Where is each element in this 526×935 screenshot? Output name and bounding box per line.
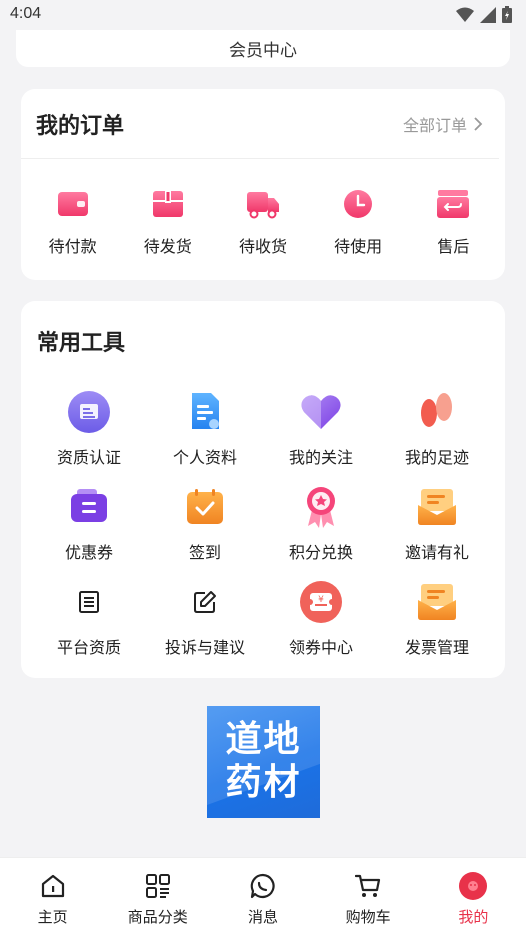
order-pending-payment[interactable]: 待付款 bbox=[28, 187, 118, 257]
tool-profile[interactable]: 个人资料 bbox=[147, 389, 263, 471]
tab-mine[interactable]: 我的 bbox=[421, 858, 526, 935]
certificate-icon bbox=[66, 389, 112, 435]
tool-checkin[interactable]: 签到 bbox=[147, 484, 263, 566]
tool-points[interactable]: 积分兑换 bbox=[263, 484, 379, 566]
tool-platform-qualification[interactable]: 平台资质 bbox=[31, 579, 147, 661]
tab-label: 商品分类 bbox=[127, 908, 188, 926]
status-bar: 4:04 bbox=[0, 0, 526, 30]
tool-follow[interactable]: 我的关注 bbox=[263, 389, 379, 471]
order-item-label: 售后 bbox=[437, 237, 470, 256]
tab-label: 消息 bbox=[247, 908, 278, 926]
all-orders-label: 全部订单 bbox=[402, 115, 467, 135]
tab-label: 我的 bbox=[458, 908, 489, 926]
tool-label: 平台资质 bbox=[56, 638, 121, 657]
tools-grid: 资质认证 个人资料 我的关注 我的足迹 优惠券 签到 积分兑换 邀请有礼 平台资… bbox=[21, 389, 505, 661]
tools-card: 常用工具 资质认证 个人资料 我的关注 我的足迹 优惠券 签到 积分兑换 邀请有… bbox=[21, 301, 505, 678]
order-pending-shipment[interactable]: 待发货 bbox=[123, 187, 213, 257]
chevron-right-icon bbox=[474, 116, 483, 131]
tool-feedback[interactable]: 投诉与建议 bbox=[147, 579, 263, 661]
order-after-sales[interactable]: 售后 bbox=[408, 187, 498, 257]
orders-header: 我的订单 全部订单 bbox=[21, 89, 499, 159]
tab-messages[interactable]: 消息 bbox=[210, 858, 315, 935]
status-time: 4:04 bbox=[10, 5, 42, 22]
tool-certificate[interactable]: 资质认证 bbox=[31, 389, 147, 471]
tool-label: 领券中心 bbox=[288, 638, 353, 657]
checkin-icon bbox=[182, 484, 228, 530]
tab-home[interactable]: 主页 bbox=[0, 858, 105, 935]
logo-line-1: 道地 bbox=[225, 719, 302, 760]
bottom-tab-bar: 主页 商品分类 消息 购物车 我的 bbox=[0, 857, 526, 935]
order-item-label: 待使用 bbox=[334, 237, 383, 256]
tab-label: 主页 bbox=[37, 908, 68, 926]
orders-card: 我的订单 全部订单 待付款 待发货 待收货 待使用 售后 bbox=[21, 89, 505, 280]
platform-doc-icon bbox=[66, 579, 112, 625]
mine-icon bbox=[459, 872, 488, 900]
tool-label: 积分兑换 bbox=[288, 543, 353, 562]
member-center-button[interactable]: 会员中心 bbox=[16, 30, 510, 67]
brand-logo: 道地 药材 bbox=[207, 706, 320, 818]
orders-title: 我的订单 bbox=[36, 113, 125, 139]
invoice-icon bbox=[414, 579, 460, 625]
footprint-icon bbox=[414, 389, 460, 435]
edit-icon bbox=[182, 579, 228, 625]
tool-invite[interactable]: 邀请有礼 bbox=[379, 484, 495, 566]
order-item-label: 待发货 bbox=[143, 237, 192, 256]
tool-label: 投诉与建议 bbox=[164, 638, 245, 657]
order-status-row: 待付款 待发货 待收货 待使用 售后 bbox=[21, 187, 505, 257]
profile-doc-icon bbox=[182, 389, 228, 435]
clock-icon bbox=[341, 187, 375, 221]
points-badge-icon bbox=[298, 484, 344, 530]
tool-label: 邀请有礼 bbox=[404, 543, 469, 562]
member-center-label: 会员中心 bbox=[229, 41, 297, 61]
home-icon bbox=[39, 872, 67, 900]
tool-footprint[interactable]: 我的足迹 bbox=[379, 389, 495, 471]
truck-icon bbox=[246, 187, 280, 221]
return-box-icon bbox=[436, 187, 470, 221]
package-icon bbox=[151, 187, 185, 221]
tool-label: 我的关注 bbox=[288, 448, 353, 467]
tool-label: 发票管理 bbox=[404, 638, 469, 657]
status-icons bbox=[456, 6, 512, 23]
message-icon bbox=[249, 872, 277, 900]
signal-icon bbox=[480, 6, 496, 23]
logo-line-2: 药材 bbox=[225, 762, 302, 803]
cart-icon bbox=[354, 872, 382, 900]
heart-icon bbox=[298, 389, 344, 435]
logo-text: 道地 药材 bbox=[207, 718, 320, 804]
tools-title: 常用工具 bbox=[37, 331, 126, 356]
all-orders-link[interactable]: 全部订单 bbox=[403, 112, 483, 136]
battery-icon bbox=[502, 6, 512, 23]
order-item-label: 待付款 bbox=[48, 237, 97, 256]
coupon-icon bbox=[66, 484, 112, 530]
category-icon bbox=[144, 872, 172, 900]
tool-coupon-center[interactable]: ¥ 领券中心 bbox=[263, 579, 379, 661]
order-item-label: 待收货 bbox=[238, 237, 287, 256]
wallet-icon bbox=[56, 187, 90, 221]
tool-label: 签到 bbox=[188, 543, 221, 562]
svg-text:¥: ¥ bbox=[318, 595, 324, 605]
invite-gift-icon bbox=[414, 484, 460, 530]
tab-category[interactable]: 商品分类 bbox=[105, 858, 210, 935]
coupon-center-icon: ¥ bbox=[298, 579, 344, 625]
tool-label: 优惠券 bbox=[64, 543, 113, 562]
tab-label: 购物车 bbox=[345, 908, 391, 926]
tool-coupon[interactable]: 优惠券 bbox=[31, 484, 147, 566]
order-pending-receipt[interactable]: 待收货 bbox=[218, 187, 308, 257]
tool-invoice[interactable]: 发票管理 bbox=[379, 579, 495, 661]
tool-label: 资质认证 bbox=[56, 448, 121, 467]
tool-label: 我的足迹 bbox=[404, 448, 469, 467]
tab-cart[interactable]: 购物车 bbox=[316, 858, 421, 935]
wifi-icon bbox=[456, 7, 474, 22]
tool-label: 个人资料 bbox=[172, 448, 237, 467]
order-to-use[interactable]: 待使用 bbox=[313, 187, 403, 257]
